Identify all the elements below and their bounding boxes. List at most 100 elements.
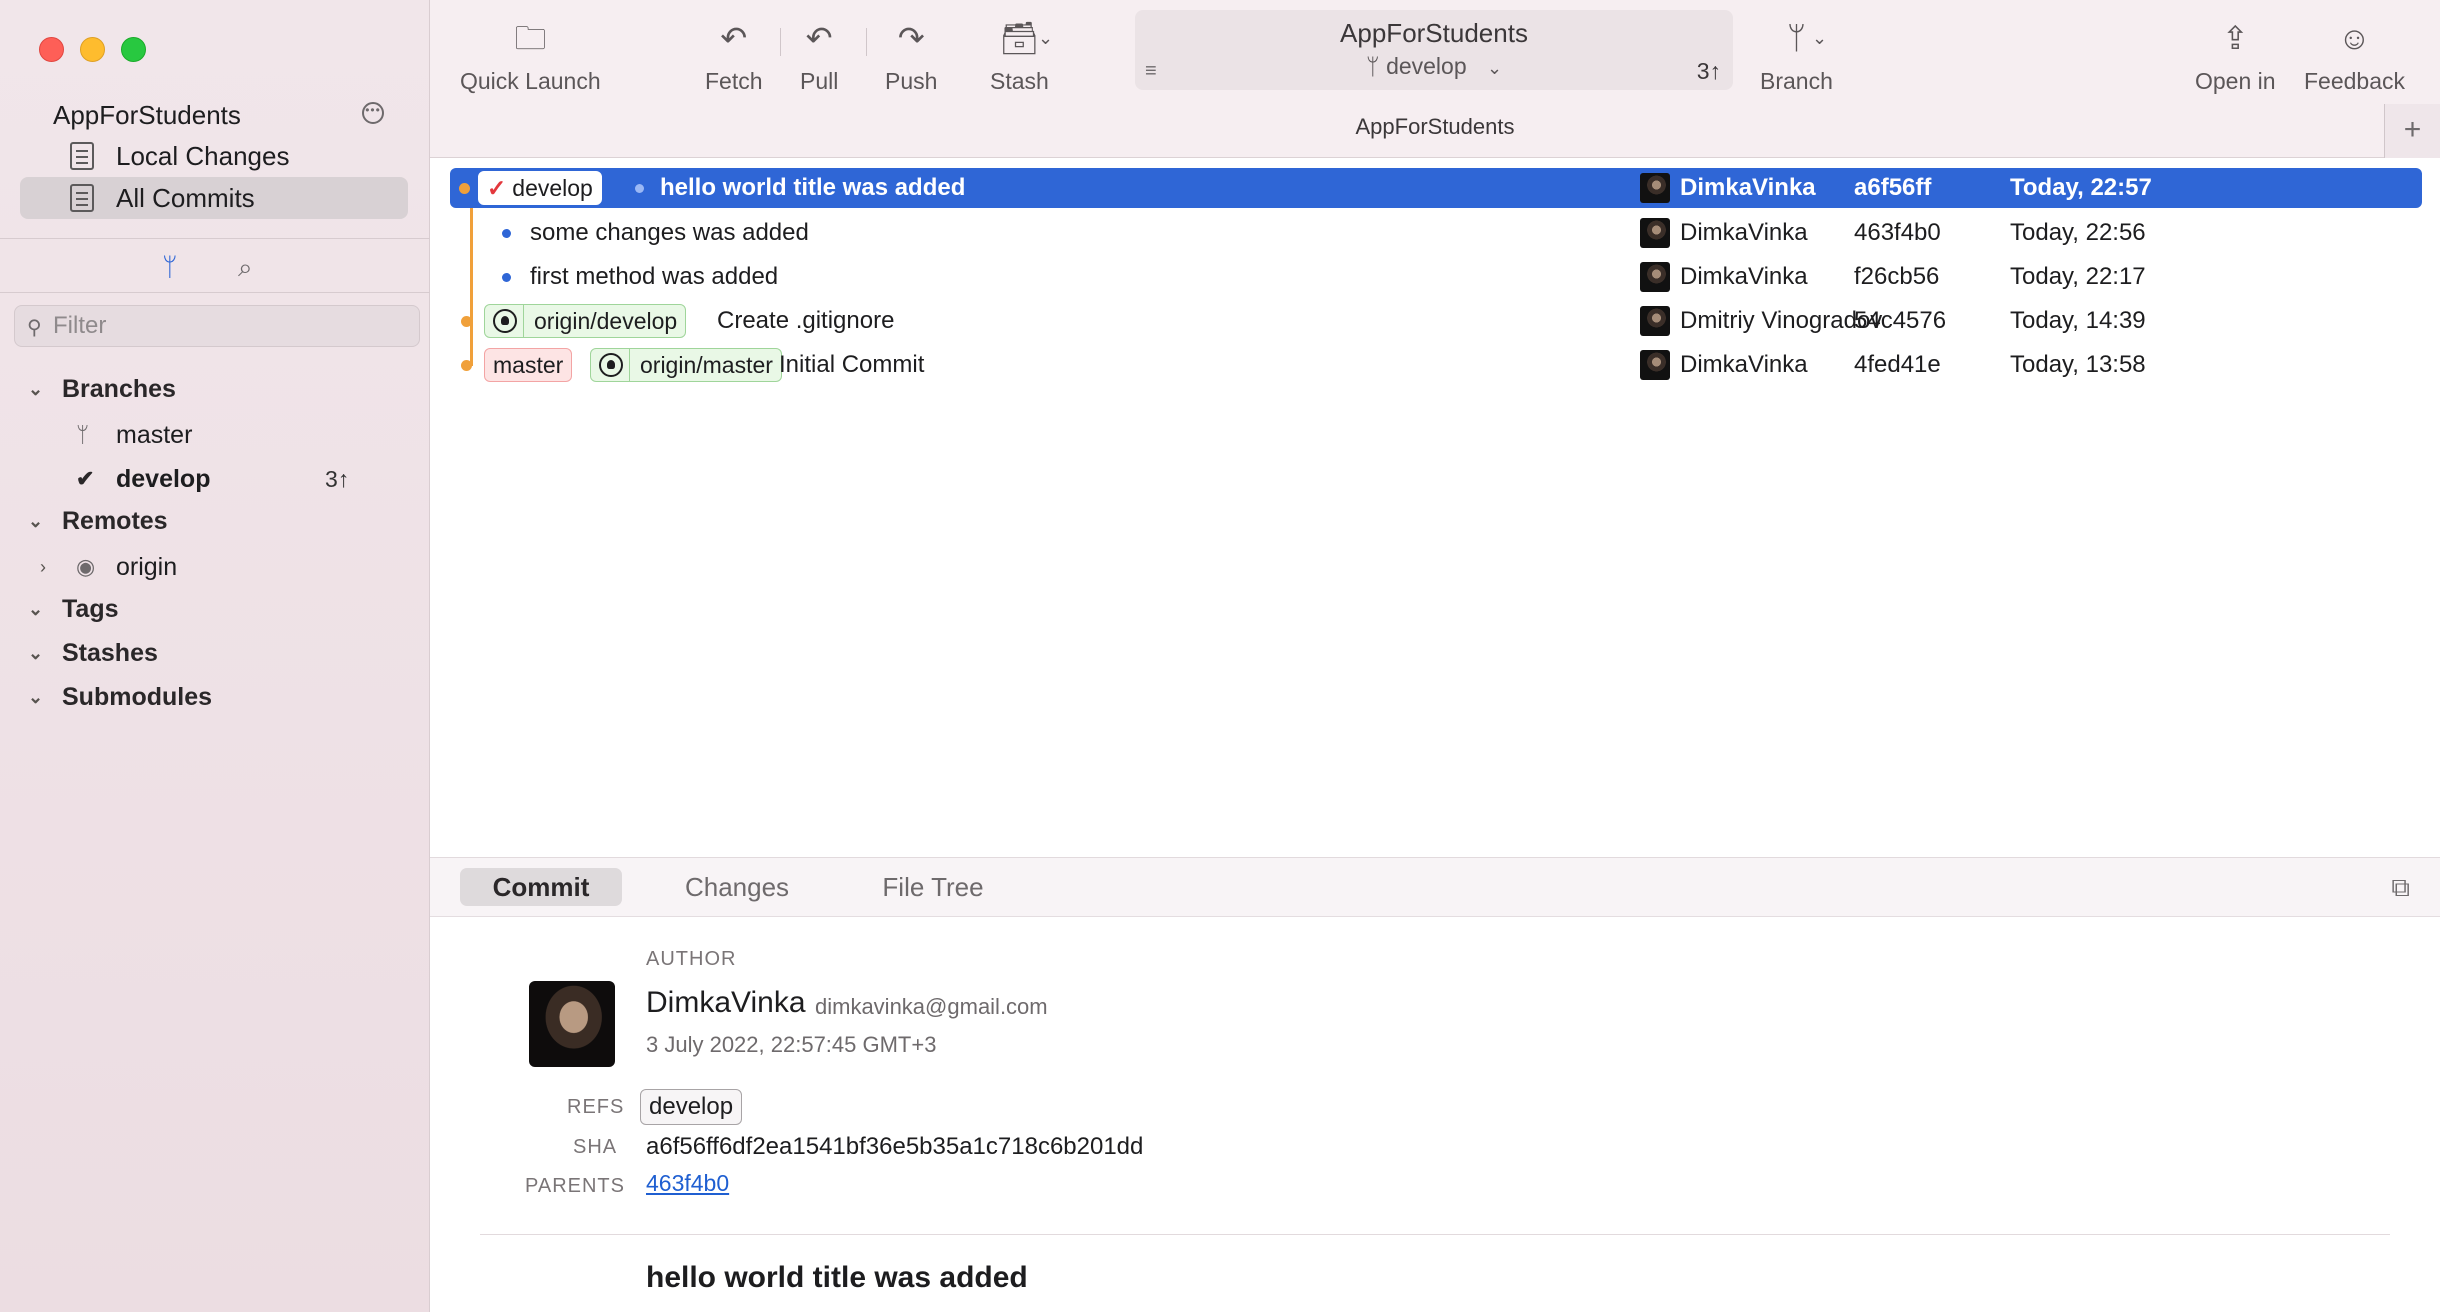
toolbar: 🗀 Quick Launch ↶ Fetch ↶ Pull ↷ Push 🗃 S… [430, 0, 2440, 158]
ahead-count: 3↑ [325, 465, 350, 492]
commit-row[interactable]: ✓ develop hello world title was added Di… [450, 168, 2422, 208]
search-tab-icon[interactable]: ⌕ [238, 252, 253, 284]
fetch-icon: ↶ [720, 20, 748, 56]
chevron-down-icon: ⌄ [28, 378, 44, 399]
filter-input[interactable]: ⚲ Filter [14, 305, 420, 347]
chevron-down-icon: ⌄ [28, 642, 44, 663]
commit-sha-full: a6f56ff6df2ea1541bf36e5b35a1c718c6b201dd [646, 1133, 1144, 1160]
tab-commit[interactable]: Commit [460, 868, 622, 906]
author-label: AUTHOR [646, 948, 737, 970]
ref-badge-develop[interactable]: develop [640, 1089, 743, 1125]
author-name: DimkaVinka [646, 986, 806, 1019]
commit-message: Create .gitignore [717, 307, 895, 334]
stash-menu-chevron-icon[interactable]: ⌄ [1038, 28, 1053, 49]
detail-tabs: Commit Changes File Tree ⧉ [430, 858, 2440, 917]
chevron-down-icon: ⌄ [28, 510, 44, 531]
tab-changes[interactable]: Changes [656, 868, 818, 906]
ref-badge-master[interactable]: master [484, 348, 573, 382]
toolbar-divider [780, 28, 781, 56]
open-in-button[interactable]: ⇪ Open in [2195, 18, 2276, 95]
sidebar-item-label: Local Changes [116, 140, 290, 171]
sidebar-item-all-commits[interactable]: All Commits [20, 177, 408, 219]
commit-date: 3 July 2022, 22:57:45 GMT+3 [646, 1032, 937, 1057]
commits-list-icon [70, 184, 94, 212]
remote-item-origin[interactable]: › ◉ origin [0, 547, 430, 587]
sidebar-item-local-changes[interactable]: Local Changes [20, 135, 408, 177]
commit-sha: 463f4b0 [1854, 219, 1941, 246]
commit-row[interactable]: some changes was added DimkaVinka 463f4b… [450, 213, 2420, 253]
toolbar-divider [866, 28, 867, 56]
section-stashes[interactable]: ⌄ Stashes [0, 633, 430, 673]
commit-author: DimkaVinka [1640, 350, 1808, 380]
ref-badge-origin-master[interactable]: origin/master [590, 348, 782, 382]
checkmark-icon: ✔ [76, 466, 95, 491]
close-window-button[interactable] [39, 37, 64, 62]
quick-launch-button[interactable]: 🗀 Quick Launch [460, 18, 601, 95]
open-external-icon[interactable]: ⧉ [2391, 872, 2410, 904]
repository-status-box[interactable]: AppForStudents ᛘ develop ⌄ ≡ 3↑ [1135, 10, 1733, 90]
ref-badge-origin-develop[interactable]: origin/develop [484, 304, 687, 338]
commit-author: DimkaVinka [1640, 218, 1808, 248]
commit-sha: a6f56ff [1854, 174, 1932, 201]
commit-message: hello world title was added [660, 174, 966, 201]
filter-placeholder: Filter [53, 312, 107, 339]
section-branches[interactable]: ⌄ Branches [0, 369, 430, 409]
commit-message: Initial Commit [779, 351, 925, 378]
branch-icon: ᛘ [76, 422, 90, 447]
commit-message-full: hello world title was added [646, 1261, 1028, 1294]
commit-detail-pane: Commit Changes File Tree ⧉ AUTHOR DimkaV… [430, 857, 2440, 1312]
folder-icon: 🗀 [514, 20, 547, 56]
commit-author: DimkaVinka [1640, 262, 1808, 292]
commit-row[interactable]: master origin/master Initial Commit Dimk… [450, 345, 2420, 385]
archive-icon: 🗃 [999, 20, 1040, 56]
ref-badge-develop[interactable]: ✓ develop [478, 171, 602, 205]
section-submodules[interactable]: ⌄ Submodules [0, 677, 430, 717]
branch-item-master[interactable]: ᛘ master [0, 415, 430, 455]
zoom-window-button[interactable] [121, 37, 146, 62]
commit-sha: f26cb56 [1854, 263, 1940, 290]
graph-node [461, 315, 472, 327]
parent-link[interactable]: 463f4b0 [646, 1170, 729, 1197]
tab-file-tree[interactable]: File Tree [852, 868, 1014, 906]
commit-date: Today, 13:58 [2010, 351, 2146, 378]
tab-appforstudents[interactable]: AppForStudents [430, 114, 2440, 140]
commit-message: some changes was added [530, 219, 809, 246]
ahead-count: 3↑ [1696, 58, 1721, 84]
author-email: dimkavinka@gmail.com [815, 994, 1048, 1019]
commit-date: Today, 22:17 [2010, 263, 2146, 290]
commit-author: Dmitriy Vinogradov [1640, 306, 1882, 336]
sidebar-divider [0, 292, 430, 293]
branch-tab-icon[interactable]: ᛘ [162, 252, 178, 283]
avatar [1640, 173, 1670, 203]
section-tags[interactable]: ⌄ Tags [0, 589, 430, 629]
avatar [1640, 218, 1670, 248]
branch-item-develop[interactable]: ✔ develop 3↑ [0, 459, 430, 499]
github-icon: ◉ [76, 554, 96, 579]
commit-date: Today, 14:39 [2010, 307, 2146, 334]
graph-node [461, 359, 472, 371]
refs-label: REFS [567, 1096, 625, 1118]
more-options-icon[interactable]: ••• [362, 102, 384, 124]
push-button[interactable]: ↷ Push [885, 18, 937, 95]
branch-menu-chevron-icon[interactable]: ⌄ [1812, 28, 1827, 49]
document-icon [70, 142, 94, 170]
current-branch: develop [1386, 53, 1467, 79]
chevron-down-icon: ⌄ [28, 598, 44, 619]
commit-row[interactable]: first method was added DimkaVinka f26cb5… [450, 257, 2420, 297]
pull-button[interactable]: ↶ Pull [800, 18, 838, 95]
chevron-right-icon: › [40, 556, 46, 577]
search-icon: ⚲ [27, 317, 42, 339]
minimize-window-button[interactable] [80, 37, 105, 62]
commit-row[interactable]: origin/develop Create .gitignore Dmitriy… [450, 301, 2420, 341]
repo-name: AppForStudents [53, 100, 241, 130]
sidebar: AppForStudents ••• Local Changes All Com… [0, 0, 430, 1312]
repo-title: AppForStudents [1340, 18, 1528, 48]
pull-icon: ↶ [805, 20, 833, 56]
feedback-button[interactable]: ☺ Feedback [2304, 18, 2405, 95]
fetch-button[interactable]: ↶ Fetch [705, 18, 763, 95]
commit-list: ✓ develop hello world title was added Di… [430, 158, 2440, 858]
branch-selector[interactable]: ᛘ develop ⌄ [1135, 53, 1733, 80]
section-remotes[interactable]: ⌄ Remotes [0, 501, 430, 541]
branch-dot [502, 272, 511, 282]
add-tab-button[interactable]: + [2384, 104, 2440, 158]
